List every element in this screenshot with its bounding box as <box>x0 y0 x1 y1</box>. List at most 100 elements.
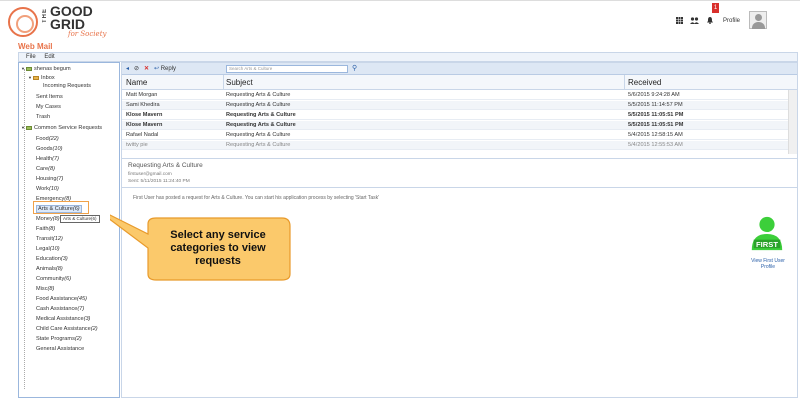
category-count: (10) <box>49 246 60 252</box>
category-name: Housing <box>36 176 57 182</box>
cell-name: Rafael Nadal <box>126 132 159 138</box>
tree-category-item[interactable]: Community(6) <box>36 276 71 283</box>
cell-received: 5/5/2015 11:14:57 PM <box>628 102 683 108</box>
menu-bar: File Edit <box>18 52 798 62</box>
category-name: Care <box>36 166 49 172</box>
tree-guide-line <box>24 69 25 389</box>
category-name: Legal <box>36 246 50 252</box>
callout-line-1: Select any service <box>170 229 266 241</box>
category-count: (6) <box>64 276 72 282</box>
logo-mark-icon <box>8 7 38 37</box>
avatar[interactable] <box>749 11 767 29</box>
category-count: (2) <box>90 326 98 332</box>
reply-button[interactable]: ↩ Reply <box>154 65 176 72</box>
grid-icon[interactable] <box>676 17 683 24</box>
category-count: (10) <box>52 146 63 152</box>
collapse-arrow-icon[interactable]: ▼ <box>28 74 32 81</box>
tree-category-item[interactable]: Misc(8) <box>36 286 54 293</box>
tree-category-item[interactable]: State Programs(2) <box>36 336 82 343</box>
category-count: (12) <box>52 236 63 242</box>
message-preview-header: Requesting Arts & Culture firstuser@gmai… <box>122 158 797 188</box>
tree-category-item[interactable]: Animals(8) <box>36 266 63 273</box>
category-label: Goods(10) <box>36 146 62 152</box>
tree-common-service-requests[interactable]: ▼ Common Service Requests <box>21 124 102 132</box>
tree-incoming-requests[interactable]: Incoming Requests <box>43 83 91 90</box>
category-label: Food(22) <box>36 136 59 142</box>
people-icon[interactable] <box>690 17 699 24</box>
category-count: (8) <box>47 286 55 292</box>
category-name: Education <box>36 256 61 262</box>
back-icon[interactable]: ◂ <box>126 65 129 72</box>
table-row[interactable]: Rafael Nadal Requesting Arts & Culture 5/4… <box>122 131 797 140</box>
category-count: (8) <box>55 266 63 272</box>
tree-trash[interactable]: Trash <box>36 114 50 121</box>
category-name: Faith <box>36 226 49 232</box>
table-row[interactable]: Sami Khedira Requesting Arts & Culture 5/5… <box>122 101 797 110</box>
column-received[interactable]: Received <box>628 78 661 87</box>
tree-category-item[interactable]: Transit(12) <box>36 236 63 243</box>
toolbar: ◂ ⊘ ✕ ↩ Reply Search Arts & Culture ⚲ <box>122 63 797 75</box>
tree-category-item[interactable]: Faith(8) <box>36 226 55 233</box>
collapse-arrow-icon[interactable]: ▼ <box>21 124 25 131</box>
category-count: (7) <box>77 306 85 312</box>
user-folder-icon <box>25 66 32 71</box>
category-name: Food Assistance <box>36 296 78 302</box>
tree-category-item[interactable]: Health(7) <box>36 156 59 163</box>
category-label: Education(3) <box>36 256 68 262</box>
category-label: Legal(10) <box>36 246 60 252</box>
tree-cases-label: My Cases <box>36 104 61 110</box>
tree-category-item[interactable]: Food(22) <box>36 136 59 143</box>
menu-edit[interactable]: Edit <box>44 53 54 61</box>
cell-name: Klose Mavern <box>126 112 163 118</box>
column-divider[interactable] <box>223 75 224 90</box>
tree-category-item[interactable]: Medical Assistance(3) <box>36 316 90 323</box>
tree-category-item[interactable]: General Assistance <box>36 346 84 353</box>
category-name: Cash Assistance <box>36 306 78 312</box>
column-subject[interactable]: Subject <box>226 78 253 87</box>
close-icon[interactable]: ✕ <box>144 65 149 72</box>
tree-category-item[interactable]: Money(8) <box>36 216 60 223</box>
good-grid-logo[interactable]: THE GOOD GRID for Society <box>8 4 118 39</box>
tree-sent-items[interactable]: Sent Items <box>36 94 63 101</box>
tree-category-item[interactable]: Food Assistance(45) <box>36 296 87 303</box>
category-label: Health(7) <box>36 156 59 162</box>
cell-received: 5/6/2015 9:24:28 AM <box>628 92 680 98</box>
cell-received: 5/5/2015 11:05:51 PM <box>628 112 684 118</box>
table-row[interactable]: twitty pie Requesting Arts & Culture 5/4/2… <box>122 141 797 150</box>
tree-category-item[interactable]: Child Care Assistance(2) <box>36 326 98 333</box>
column-divider[interactable] <box>624 75 625 90</box>
tree-category-item[interactable]: Care(8) <box>36 166 55 173</box>
profile-link[interactable]: Profile <box>723 18 740 24</box>
table-row[interactable]: Klose Mavern Requesting Arts & Culture 5/5… <box>122 111 797 120</box>
table-row[interactable]: Matt Morgan Requesting Arts & Culture 5/6/… <box>122 91 797 100</box>
category-label: State Programs(2) <box>36 336 82 342</box>
tree-category-item[interactable]: Cash Assistance(7) <box>36 306 84 313</box>
tree-category-item[interactable]: Housing(7) <box>36 176 63 183</box>
tree-my-cases[interactable]: My Cases <box>36 104 61 111</box>
first-user-icon[interactable]: FIRST <box>748 214 786 252</box>
cell-subject: Requesting Arts & Culture <box>226 112 296 118</box>
tree-category-item[interactable]: Education(3) <box>36 256 68 263</box>
category-name: Money <box>36 216 53 222</box>
tree-category-item[interactable]: Legal(10) <box>36 246 60 253</box>
search-input[interactable]: Search Arts & Culture <box>226 65 348 73</box>
tree-user[interactable]: ▼ shenas begum <box>21 65 71 73</box>
tree-category-item[interactable]: Goods(10) <box>36 146 62 153</box>
collapse-arrow-icon[interactable]: ▼ <box>21 65 25 72</box>
column-name[interactable]: Name <box>126 78 147 87</box>
delete-icon[interactable]: ⊘ <box>134 65 139 72</box>
search-icon[interactable]: ⚲ <box>352 64 357 72</box>
tree-inbox[interactable]: ▼ Inbox <box>28 74 55 82</box>
bell-icon[interactable] <box>707 17 713 24</box>
category-count: (22) <box>48 136 59 142</box>
preview-from: firstuser@gmail.com <box>128 172 172 177</box>
view-first-user-profile-link[interactable]: View First User Profile <box>748 258 788 270</box>
reply-label: Reply <box>160 66 177 72</box>
tree-category-item[interactable]: Work(10) <box>36 186 59 193</box>
first-user-profile[interactable]: FIRST View First User Profile <box>748 214 788 270</box>
list-scrollbar[interactable] <box>788 90 797 154</box>
table-row[interactable]: Klose Mavern Requesting Arts & Culture 5/5… <box>122 121 797 130</box>
category-count: (3) <box>60 256 68 262</box>
menu-file[interactable]: File <box>26 53 36 61</box>
tree-trash-label: Trash <box>36 114 51 120</box>
